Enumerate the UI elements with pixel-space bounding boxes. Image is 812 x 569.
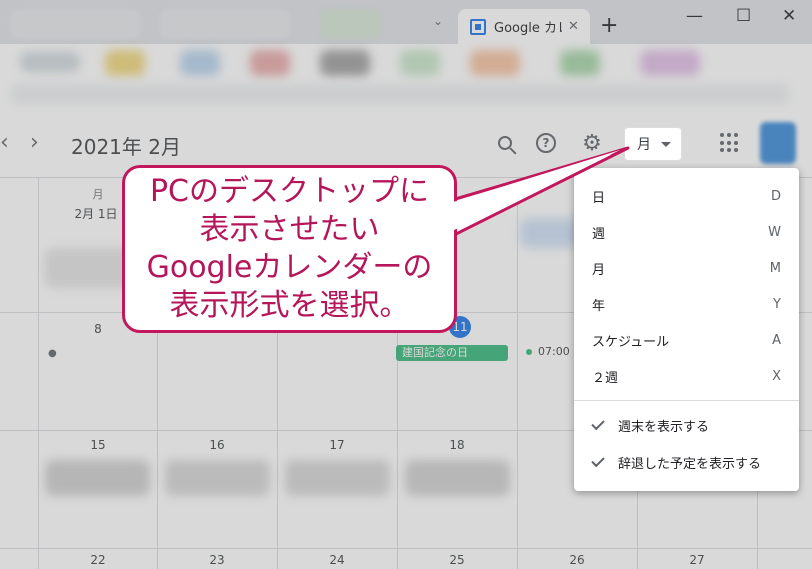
apps-icon[interactable]: [720, 133, 740, 153]
prev-month-button[interactable]: ‹: [0, 130, 9, 155]
search-icon[interactable]: [492, 130, 518, 156]
blurred-bookmark[interactable]: [320, 50, 370, 76]
blurred-bookmark[interactable]: [640, 50, 700, 76]
blurred-bookmark[interactable]: [250, 50, 290, 76]
callout-box: PCのデスクトップに 表示させたい Googleカレンダーの 表示形式を選択。: [122, 165, 457, 333]
avatar[interactable]: [760, 122, 796, 164]
event-dot-icon: [526, 348, 532, 355]
date-label[interactable]: 2月 1日: [66, 205, 126, 222]
blurred-bookmark[interactable]: [180, 50, 220, 76]
tab-google-calendar[interactable]: Google カレンダー ✕: [458, 9, 590, 44]
caret-down-icon: [661, 141, 671, 147]
date-label[interactable]: 25: [427, 553, 487, 567]
date-label[interactable]: 18: [427, 438, 487, 452]
gear-icon[interactable]: ⚙: [579, 130, 605, 156]
blurred-bookmark[interactable]: [560, 50, 600, 76]
bookmarks-bar: [0, 44, 812, 112]
blurred-bookmark[interactable]: [20, 52, 80, 72]
blurred-event[interactable]: [520, 218, 580, 248]
menu-item-label: 日: [592, 190, 606, 206]
date-label[interactable]: 23: [187, 553, 247, 567]
blurred-tab[interactable]: [10, 10, 140, 38]
date-label[interactable]: 26: [547, 553, 607, 567]
menu-item-day[interactable]: 日 D: [574, 178, 799, 214]
blurred-event[interactable]: [45, 460, 150, 496]
date-label[interactable]: 27: [667, 553, 727, 567]
event-time: 07:00: [538, 345, 570, 358]
blurred-event[interactable]: [285, 460, 390, 496]
menu-toggle-show-declined[interactable]: 辞退した予定を表示する: [574, 444, 799, 481]
menu-item-shortcut: W: [768, 224, 781, 240]
menu-item-week[interactable]: 週 W: [574, 214, 799, 250]
date-label[interactable]: 24: [307, 553, 367, 567]
new-tab-button[interactable]: +: [600, 13, 618, 38]
menu-item-shortcut: A: [772, 332, 781, 348]
close-icon[interactable]: ✕: [568, 19, 579, 34]
menu-item-label: ２週: [592, 370, 619, 386]
menu-item-shortcut: M: [769, 260, 781, 276]
month-title: 2021年 2月: [71, 135, 181, 159]
minimize-button[interactable]: —: [686, 6, 703, 26]
date-label[interactable]: 22: [68, 553, 128, 567]
menu-item-label: 月: [592, 262, 606, 278]
menu-item-shortcut: X: [772, 368, 781, 384]
date-label[interactable]: 8: [68, 322, 128, 336]
menu-item-schedule[interactable]: スケジュール A: [574, 322, 799, 358]
menu-item-two-weeks[interactable]: ２週 X: [574, 358, 799, 394]
tab-search-icon[interactable]: ⌄: [433, 14, 443, 28]
view-menu: 日 D 週 W 月 M 年 Y スケジュール A ２週 X 週末を表示する 辞退…: [574, 168, 799, 491]
menu-toggle-label: 週末を表示する: [618, 420, 710, 435]
menu-divider: [574, 400, 799, 401]
blurred-bookmark[interactable]: [470, 50, 520, 76]
window-close-button[interactable]: ✕: [782, 6, 796, 26]
maximize-button[interactable]: ☐: [736, 6, 751, 26]
tab-title: Google カレンダー: [494, 21, 562, 36]
blurred-event[interactable]: [405, 460, 510, 496]
event-chip[interactable]: 07:00: [526, 345, 570, 358]
blurred-tab[interactable]: [320, 10, 380, 38]
menu-item-shortcut: Y: [773, 296, 781, 312]
calendar-favicon-icon: [470, 18, 486, 35]
menu-item-shortcut: D: [770, 188, 781, 204]
view-selector-button[interactable]: 月: [624, 127, 682, 161]
check-icon: [591, 416, 605, 431]
next-month-button[interactable]: ›: [30, 130, 39, 155]
menu-item-year[interactable]: 年 Y: [574, 286, 799, 322]
holiday-event[interactable]: 建国記念の日: [396, 345, 508, 361]
blurred-bookmark[interactable]: [10, 84, 790, 104]
blurred-bookmark[interactable]: [400, 50, 440, 76]
blurred-event[interactable]: [165, 460, 270, 496]
blurred-tab[interactable]: [160, 10, 290, 38]
more-events-marker: ●: [48, 348, 57, 359]
menu-toggle-show-weekends[interactable]: 週末を表示する: [574, 407, 799, 444]
check-icon: [591, 453, 605, 468]
callout-text: PCのデスクトップに 表示させたい Googleカレンダーの 表示形式を選択。: [146, 174, 433, 323]
menu-item-label: 週: [592, 226, 606, 242]
day-of-week-label: 月: [92, 188, 104, 201]
date-label[interactable]: 17: [307, 438, 367, 452]
blurred-bookmark[interactable]: [105, 50, 145, 76]
browser-titlebar: ⌄ Google カレンダー ✕ + — ☐ ✕: [0, 0, 812, 44]
menu-item-month[interactable]: 月 M: [574, 250, 799, 286]
view-selector-label: 月: [637, 137, 651, 153]
menu-item-label: 年: [592, 298, 606, 314]
menu-item-label: スケジュール: [592, 334, 670, 350]
date-label[interactable]: 15: [68, 438, 128, 452]
help-icon[interactable]: ?: [533, 130, 559, 156]
date-label[interactable]: 16: [187, 438, 247, 452]
menu-toggle-label: 辞退した予定を表示する: [618, 457, 762, 472]
